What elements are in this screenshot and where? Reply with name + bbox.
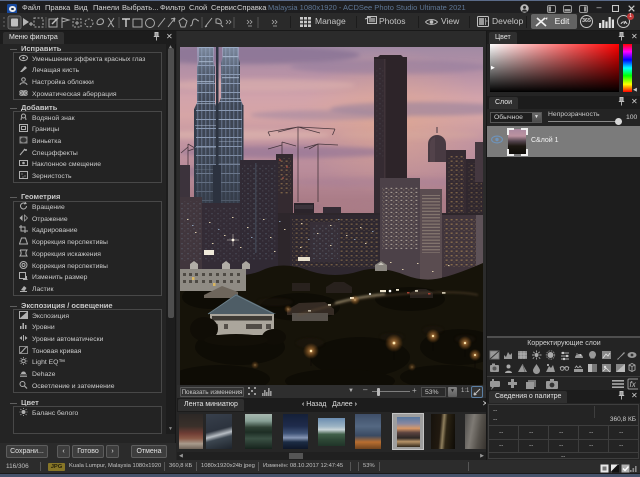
svg-text:fx: fx <box>630 380 637 389</box>
